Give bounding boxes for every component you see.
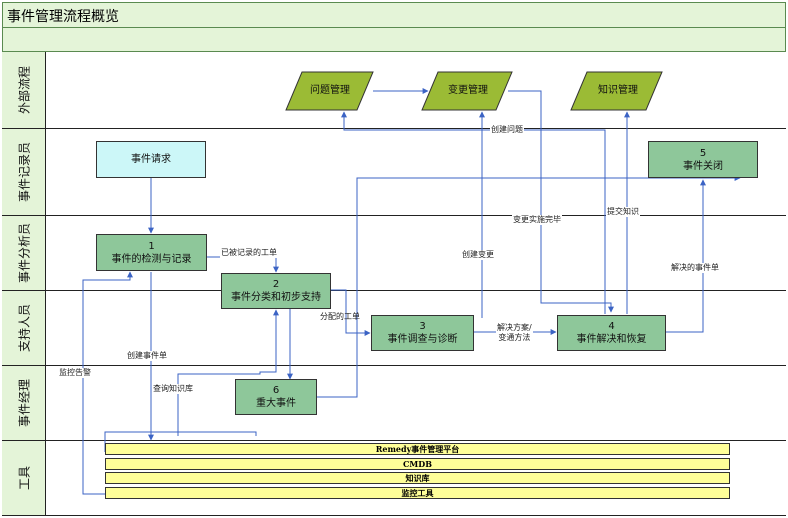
step-text: 事件关闭 <box>683 160 723 172</box>
tool-remedy: Remedy事件管理平台 <box>105 443 730 455</box>
incident-request-node: 事件请求 <box>96 141 206 178</box>
edge-create-problem <box>341 111 606 314</box>
label-create-change: 创建变更 <box>461 250 495 260</box>
step-3-investigate-diagnose: 3 事件调查与诊断 <box>371 315 474 351</box>
tool-knowledge-base: 知识库 <box>105 472 730 484</box>
label-submit-knowledge: 提交知识 <box>606 207 640 217</box>
step-1-detect-record: 1 事件的检测与记录 <box>96 234 207 271</box>
step-number: 5 <box>699 147 707 159</box>
label-change-done: 变更实施完毕 <box>512 215 562 225</box>
step-text: 事件的检测与记录 <box>111 253 192 265</box>
problem-mgmt-label: 问题管理 <box>310 84 350 96</box>
label-assigned-ticket: 分配的工单 <box>320 312 360 321</box>
tool-cmdb: CMDB <box>105 458 730 470</box>
tool-monitoring: 监控工具 <box>105 487 730 499</box>
knowledge-mgmt-label: 知识管理 <box>598 84 638 96</box>
step-text: 事件分类和初步支持 <box>231 292 321 303</box>
step-number: 3 <box>419 321 426 332</box>
label-recorded-ticket: 已被记录的工单 <box>220 248 278 258</box>
step-6-major-incident: 6 重大事件 <box>235 379 317 415</box>
edge-major-to-close <box>317 175 741 398</box>
label-resolved-ticket: 解决的事件单 <box>670 263 720 273</box>
edge-resolve-to-close <box>666 179 706 333</box>
label-create-problem: 创建问题 <box>490 125 524 135</box>
label-query-kb: 查询知识库 <box>152 384 194 394</box>
step-text: 事件解决和恢复 <box>576 334 647 345</box>
node-text: 事件请求 <box>131 154 171 165</box>
step-number: 2 <box>272 279 280 290</box>
step-2-classify-support: 2 事件分类和初步支持 <box>221 273 331 309</box>
step-number: 4 <box>608 321 615 332</box>
label-create-ticket: 创建事件单 <box>126 351 168 361</box>
edge-query-kb <box>177 309 279 436</box>
step-text: 重大事件 <box>256 398 296 409</box>
edge-detect-to-classify <box>207 256 279 273</box>
label-solution-workaround: 解决方案/ 变通方法 <box>496 323 533 343</box>
label-monitor-alert: 监控告警 <box>58 368 92 378</box>
step-4-resolve-recover: 4 事件解决和恢复 <box>557 315 666 351</box>
step-number: 1 <box>148 240 155 252</box>
process-flow-diagram: 事件管理流程概览 外部流程 事件记录员 事件分析员 支持人员 事件经理 工具 问… <box>0 0 788 518</box>
change-mgmt-label: 变更管理 <box>448 84 488 96</box>
step-5-close: 5 事件关闭 <box>648 141 758 178</box>
step-number: 6 <box>272 385 280 396</box>
step-text: 事件调查与诊断 <box>387 334 458 345</box>
